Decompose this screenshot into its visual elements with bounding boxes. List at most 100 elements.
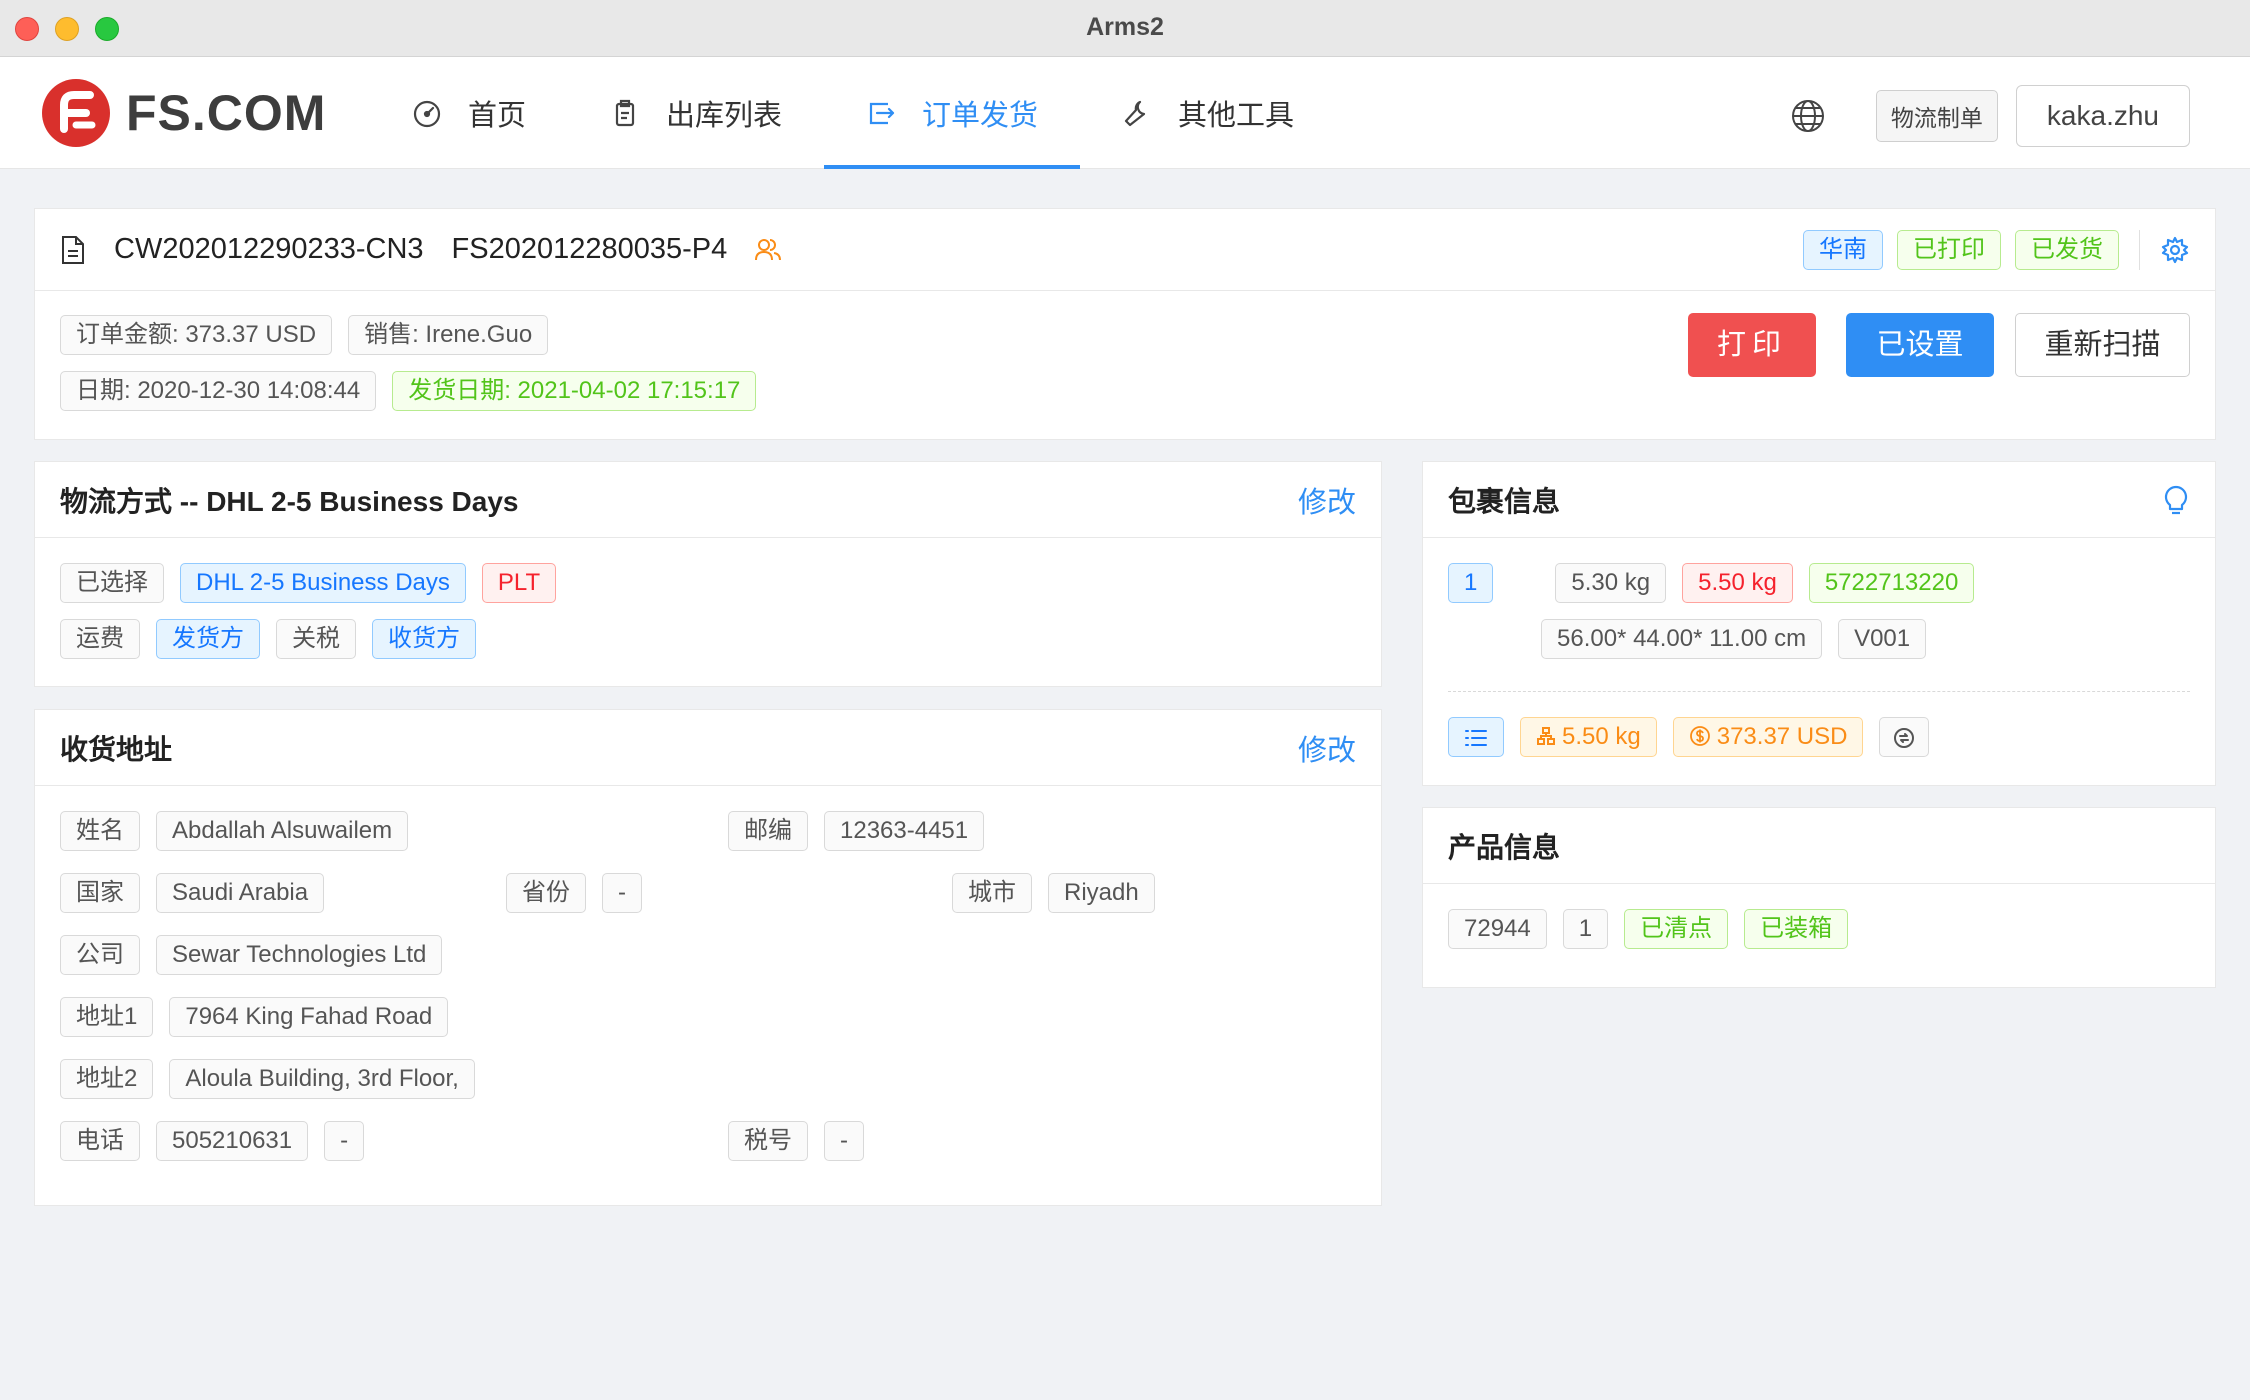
users-icon[interactable]: [753, 235, 783, 265]
name-value: Abdallah Alsuwailem: [156, 811, 409, 851]
order-card: CW202012290233-CN3 FS202012280035-P4 华南 …: [34, 208, 2216, 440]
zip-label: 邮编: [728, 811, 808, 851]
package-header: 包裹信息: [1423, 462, 2215, 538]
package-row-1: 1 5.30 kg 5.50 kg 5722713220: [1448, 563, 1990, 603]
city-label: 城市: [952, 873, 1032, 913]
ship-date: 发货日期: 2021-04-02 17:15:17: [392, 371, 757, 411]
duty-payer-tag[interactable]: 收货方: [372, 619, 476, 659]
city-value: Riyadh: [1048, 873, 1155, 913]
settings-done-button[interactable]: 已设置: [1846, 313, 1994, 377]
address-phone-row: 电话 505210631 -: [60, 1121, 380, 1161]
net-weight: 5.30 kg: [1555, 563, 1667, 603]
total-weight: 5.50 kg: [1520, 717, 1657, 757]
gear-icon[interactable]: [2160, 235, 2190, 265]
order-card-header: CW202012290233-CN3 FS202012280035-P4 华南 …: [35, 209, 2215, 291]
rescan-button[interactable]: 重新扫描: [2015, 313, 2190, 377]
divider: [2139, 229, 2140, 270]
counted-status: 已清点: [1624, 909, 1729, 949]
box-code: V001: [1838, 619, 1927, 659]
product-id: 72944: [1448, 909, 1547, 949]
package-dimensions: 56.00* 44.00* 11.00 cm: [1541, 619, 1823, 659]
tax-label: 税号: [728, 1121, 808, 1161]
main-nav: 首页 出库列表 订单发货 其他工具: [370, 57, 1336, 169]
address2-label: 地址2: [60, 1059, 154, 1099]
nav-item-label: 订单发货: [922, 100, 1039, 132]
total-weight-value: 5.50 kg: [1562, 723, 1641, 750]
shipping-method-row: 已选择 DHL 2-5 Business Days PLT: [60, 563, 572, 603]
edit-address-button[interactable]: 修改: [1298, 727, 1356, 769]
sync-button[interactable]: [1879, 717, 1930, 757]
list-icon: [1465, 729, 1487, 746]
header-right: 物流制单 kaka.zhu: [1790, 85, 2190, 147]
shipping-method-card: 物流方式 -- DHL 2-5 Business Days 修改 已选择 DHL…: [34, 461, 1382, 687]
order-meta-row-1: 订单金额: 373.37 USD 销售: Irene.Guo: [60, 315, 564, 355]
address-province-row: 省份 -: [506, 873, 658, 913]
shipping-method-title: 物流方式 -- DHL 2-5 Business Days: [60, 485, 519, 517]
package-list-button[interactable]: [1448, 717, 1504, 757]
package-title: 包裹信息: [1448, 485, 1561, 517]
duty-label: 关税: [276, 619, 356, 659]
nav-item-outbound-list[interactable]: 出库列表: [568, 57, 824, 169]
address-title: 收货地址: [60, 733, 173, 765]
freight-payer-tag[interactable]: 发货方: [156, 619, 260, 659]
print-button[interactable]: 打印: [1688, 313, 1816, 377]
edit-shipping-button[interactable]: 修改: [1298, 479, 1356, 521]
address1-value: 7964 King Fahad Road: [169, 997, 449, 1037]
dollar-icon: [1689, 726, 1710, 746]
packed-status: 已装箱: [1744, 909, 1849, 949]
product-card: 产品信息 72944 1 已清点 已装箱: [1422, 807, 2216, 988]
wrench-icon: [1124, 100, 1146, 127]
total-value-amount: 373.37 USD: [1716, 723, 1848, 750]
country-value: Saudi Arabia: [156, 873, 325, 913]
product-qty: 1: [1562, 909, 1609, 949]
user-button[interactable]: kaka.zhu: [2015, 85, 2190, 147]
shipped-badge: 已发货: [2015, 229, 2119, 270]
sync-icon: [1894, 727, 1915, 748]
nav-item-home[interactable]: 首页: [370, 57, 568, 169]
freight-label: 运费: [60, 619, 140, 659]
total-value: 373.37 USD: [1672, 717, 1864, 757]
shipping-method-header: 物流方式 -- DHL 2-5 Business Days 修改: [35, 462, 1381, 538]
logo[interactable]: FS.COM: [42, 79, 326, 147]
address-tax-row: 税号 -: [728, 1121, 880, 1161]
address-city-row: 城市 Riyadh: [952, 873, 1171, 913]
nav-item-other-tools[interactable]: 其他工具: [1080, 57, 1336, 169]
nav-item-label: 其他工具: [1178, 100, 1295, 132]
logo-text: FS.COM: [126, 85, 327, 141]
phone-value: 505210631: [156, 1121, 309, 1161]
product-title: 产品信息: [1448, 831, 1561, 863]
package-row-2: 56.00* 44.00* 11.00 cm V001: [1541, 619, 1942, 659]
order-amount: 订单金额: 373.37 USD: [60, 315, 333, 355]
logistics-button[interactable]: 物流制单: [1875, 90, 1998, 142]
fs-logo-icon: [42, 79, 110, 147]
address-line1-row: 地址1 7964 King Fahad Road: [60, 997, 464, 1037]
tracking-number[interactable]: 5722713220: [1808, 563, 1975, 603]
nav-item-order-shipping[interactable]: 订单发货: [824, 57, 1081, 169]
package-summary-row: 5.50 kg 373.37 USD: [1448, 717, 1945, 757]
address-company-row: 公司 Sewar Technologies Ltd: [60, 935, 458, 975]
globe-icon[interactable]: [1790, 98, 1826, 134]
product-row: 72944 1 已清点 已装箱: [1448, 909, 1864, 949]
province-label: 省份: [506, 873, 586, 913]
lightbulb-icon[interactable]: [2162, 484, 2190, 516]
printed-badge: 已打印: [1897, 229, 2001, 270]
region-badge: 华南: [1803, 229, 1883, 270]
shipping-address-card: 收货地址 修改 姓名 Abdallah Alsuwailem 邮编 12363-…: [34, 709, 1382, 1206]
address-header: 收货地址 修改: [35, 710, 1381, 786]
package-index[interactable]: 1: [1448, 563, 1494, 603]
shipping-method-tag[interactable]: DHL 2-5 Business Days: [180, 563, 466, 603]
order-date: 日期: 2020-12-30 14:08:44: [60, 371, 377, 411]
address2-value: Aloula Building, 3rd Floor,: [169, 1059, 475, 1099]
company-label: 公司: [60, 935, 140, 975]
address1-label: 地址1: [60, 997, 154, 1037]
phone-label: 电话: [60, 1121, 140, 1161]
dashboard-icon: [413, 100, 441, 128]
clipboard-icon: [615, 99, 635, 127]
nav-item-label: 出库列表: [666, 100, 783, 132]
cluster-icon: [1537, 727, 1555, 745]
province-value: -: [602, 873, 642, 913]
selected-label: 已选择: [60, 563, 164, 603]
company-value: Sewar Technologies Ltd: [156, 935, 443, 975]
package-card: 包裹信息 1 5.30 kg 5.50 kg 5722713220 56.00*…: [1422, 461, 2216, 786]
nav-item-label: 首页: [468, 100, 527, 132]
